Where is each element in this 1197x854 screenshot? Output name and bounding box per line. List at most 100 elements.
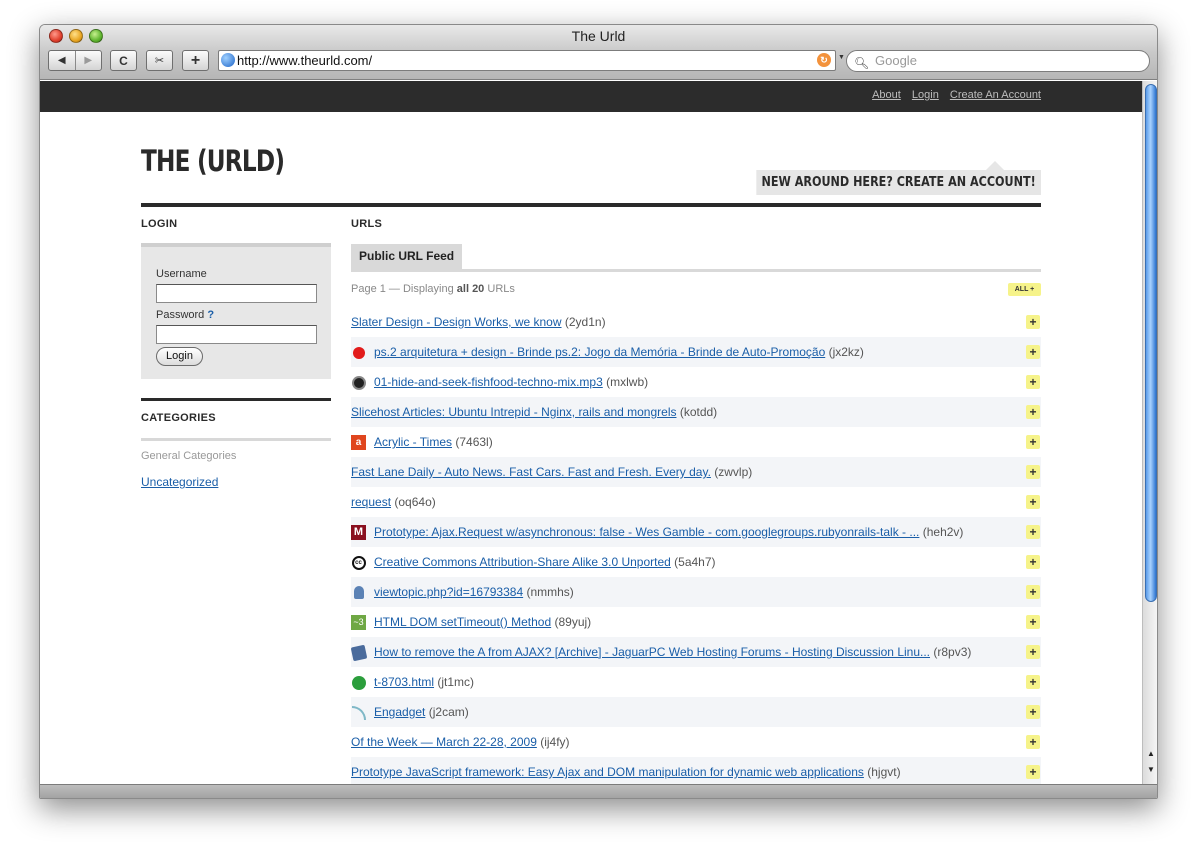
url-code: (j2cam) <box>428 705 469 719</box>
rss-icon[interactable]: ↻ <box>817 53 831 67</box>
url-code: (r8pv3) <box>933 645 972 659</box>
add-all-button[interactable]: ALL + <box>1008 283 1041 296</box>
url-code: (jt1mc) <box>437 675 475 689</box>
add-bookmark-button[interactable]: + <box>182 50 209 71</box>
add-url-button[interactable]: + <box>1026 615 1040 629</box>
add-url-button[interactable]: + <box>1026 375 1040 389</box>
url-link[interactable]: 01-hide-and-seek-fishfood-techno-mix.mp3 <box>374 375 603 389</box>
top-nav-bar: About Login Create An Account <box>40 81 1142 112</box>
back-icon[interactable]: ◀ <box>49 51 75 70</box>
about-link[interactable]: About <box>872 89 901 101</box>
url-entry: Of the Week — March 22-28, 2009 (ij4fy) <box>351 727 570 757</box>
add-url-button[interactable]: + <box>1026 555 1040 569</box>
url-code: (2yd1n) <box>564 315 606 329</box>
add-url-button[interactable]: + <box>1026 315 1040 329</box>
url-entry: Creative Commons Attribution-Share Alike… <box>374 547 716 577</box>
create-account-banner[interactable]: NEW AROUND HERE? CREATE AN ACCOUNT! <box>756 170 1041 195</box>
url-entry: How to remove the A from AJAX? [Archive]… <box>374 637 971 667</box>
globe-icon <box>221 53 235 67</box>
category-uncategorized[interactable]: Uncategorized <box>141 475 218 489</box>
add-url-button[interactable]: + <box>1026 765 1040 779</box>
login-link[interactable]: Login <box>912 89 939 101</box>
url-entry: Engadget (j2cam) <box>374 697 469 727</box>
list-item: Prototype JavaScript framework: Easy Aja… <box>351 757 1041 784</box>
url-code: (nmmhs) <box>526 585 574 599</box>
url-code: (hjgvt) <box>867 765 901 779</box>
clover-icon <box>351 675 366 690</box>
url-entry: Prototype JavaScript framework: Easy Aja… <box>351 757 901 784</box>
url-link[interactable]: Slicehost Articles: Ubuntu Intrepid - Ng… <box>351 405 676 419</box>
url-link[interactable]: Fast Lane Daily - Auto News. Fast Cars. … <box>351 465 711 479</box>
url-link[interactable]: Slater Design - Design Works, we know <box>351 315 562 329</box>
url-link[interactable]: Acrylic - Times <box>374 435 452 449</box>
reload-button[interactable]: C <box>110 50 137 71</box>
categories-heading: CATEGORIES <box>141 412 216 424</box>
add-url-button[interactable]: + <box>1026 525 1040 539</box>
login-form: Username Password ? Login <box>141 243 331 379</box>
categories-subheading: General Categories <box>141 450 237 462</box>
add-url-button[interactable]: + <box>1026 435 1040 449</box>
scroll-down-icon[interactable]: ▼ <box>1145 765 1157 774</box>
url-list: Slater Design - Design Works, we know (2… <box>350 307 1041 784</box>
url-link[interactable]: Engadget <box>374 705 425 719</box>
url-link[interactable]: Prototype JavaScript framework: Easy Aja… <box>351 765 864 779</box>
url-code: (jx2kz) <box>828 345 864 359</box>
vertical-scrollbar[interactable]: ▲ ▼ <box>1142 81 1157 784</box>
add-url-button[interactable]: + <box>1026 705 1040 719</box>
snippet-button[interactable]: ✂ <box>146 50 173 71</box>
url-code: (89yuj) <box>554 615 592 629</box>
creative-commons-icon: cc <box>351 555 366 570</box>
add-url-button[interactable]: + <box>1026 675 1040 689</box>
back-forward-buttons: ◀ ▶ <box>48 50 102 71</box>
forward-icon[interactable]: ▶ <box>74 51 102 70</box>
cta-notch <box>986 161 1004 170</box>
url-link[interactable]: Prototype: Ajax.Request w/asynchronous: … <box>374 525 919 539</box>
w3schools-icon: ~3 <box>351 615 366 630</box>
url-entry: t-8703.html (jt1mc) <box>374 667 474 697</box>
url-link[interactable]: ps.2 arquitetura + design - Brinde ps.2:… <box>374 345 825 359</box>
list-item: cc Creative Commons Attribution-Share Ali… <box>351 547 1041 577</box>
tab-underline <box>351 269 1041 272</box>
add-url-button[interactable]: + <box>1026 495 1040 509</box>
username-label: Username <box>156 268 207 280</box>
add-url-button[interactable]: + <box>1026 345 1040 359</box>
red-dot-icon <box>351 345 366 360</box>
add-url-button[interactable]: + <box>1026 645 1040 659</box>
plus-icon: + <box>190 51 201 69</box>
categories-subdivider <box>141 438 331 441</box>
url-entry: Acrylic - Times (7463l) <box>374 427 493 457</box>
tab-public-url-feed[interactable]: Public URL Feed <box>351 244 463 269</box>
url-link[interactable]: t-8703.html <box>374 675 434 689</box>
username-field[interactable] <box>156 284 317 303</box>
password-field[interactable] <box>156 325 317 344</box>
add-url-button[interactable]: + <box>1026 465 1040 479</box>
create-account-link[interactable]: Create An Account <box>950 89 1041 101</box>
url-link[interactable]: Of the Week — March 22-28, 2009 <box>351 735 537 749</box>
status-bar <box>40 784 1157 798</box>
list-item: M Prototype: Ajax.Request w/asynchronous:… <box>351 517 1041 547</box>
add-url-button[interactable]: + <box>1026 735 1040 749</box>
url-link[interactable]: viewtopic.php?id=16793384 <box>374 585 523 599</box>
url-link[interactable]: HTML DOM setTimeout() Method <box>374 615 551 629</box>
chevron-down-icon[interactable]: ▼ <box>838 54 845 61</box>
header-divider <box>141 203 1041 207</box>
url-link[interactable]: How to remove the A from AJAX? [Archive]… <box>374 645 930 659</box>
url-code: (mxlwb) <box>606 375 649 389</box>
url-link[interactable]: Creative Commons Attribution-Share Alike… <box>374 555 671 569</box>
login-heading: LOGIN <box>141 218 178 230</box>
password-help-link[interactable]: ? <box>207 309 214 321</box>
search-input[interactable]: 🔍︎ Google <box>846 50 1150 72</box>
site-logo[interactable]: THE (URLD) <box>141 144 285 178</box>
url-code: (ij4fy) <box>540 735 570 749</box>
add-url-button[interactable]: + <box>1026 405 1040 419</box>
address-text: http://www.theurld.com/ <box>237 53 373 68</box>
add-url-button[interactable]: + <box>1026 585 1040 599</box>
url-link[interactable]: request <box>351 495 391 509</box>
address-bar[interactable]: http://www.theurld.com/ ↻ <box>218 50 836 71</box>
password-label-row: Password ? <box>156 309 214 321</box>
login-button[interactable]: Login <box>156 347 203 366</box>
scroll-up-icon[interactable]: ▲ <box>1145 749 1157 758</box>
url-entry: Prototype: Ajax.Request w/asynchronous: … <box>374 517 963 547</box>
url-entry: ps.2 arquitetura + design - Brinde ps.2:… <box>374 337 864 367</box>
scrollbar-thumb[interactable] <box>1145 84 1157 602</box>
